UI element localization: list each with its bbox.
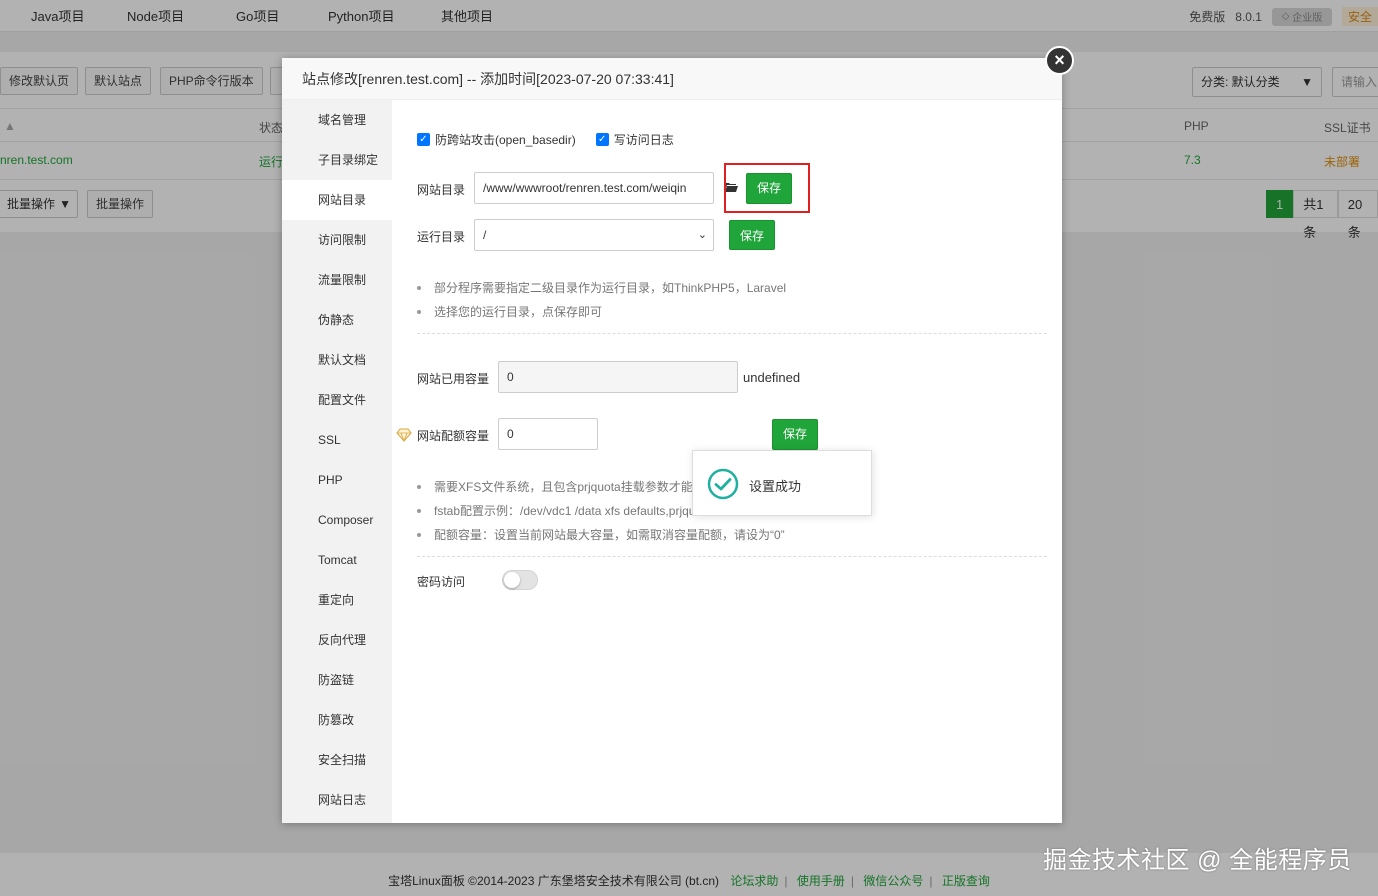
- sidebar-item-php[interactable]: PHP: [282, 460, 392, 500]
- close-icon: ×: [1054, 50, 1065, 70]
- access-log-label: 写访问日志: [613, 133, 674, 147]
- sidebar-item-default-doc[interactable]: 默认文档: [282, 340, 392, 380]
- toggle-knob: [504, 572, 520, 588]
- sidebar-item-tomcat[interactable]: Tomcat: [282, 540, 392, 580]
- used-quota-input: 0: [498, 361, 738, 393]
- sidebar-item-reverse-proxy[interactable]: 反向代理: [282, 620, 392, 660]
- success-check-icon: [707, 468, 739, 500]
- quota-input[interactable]: 0: [498, 418, 598, 450]
- sidebar-item-tamper-proof[interactable]: 防篡改: [282, 700, 392, 740]
- sidebar-item-hotlink[interactable]: 防盗链: [282, 660, 392, 700]
- sidebar-item-site-dir[interactable]: 网站目录: [282, 180, 392, 220]
- run-dir-label: 运行目录: [417, 230, 466, 244]
- run-dir-tips: 部分程序需要指定二级目录作为运行目录，如ThinkPHP5，Laravel 选择…: [417, 276, 786, 324]
- site-dir-input[interactable]: /www/wwwroot/renren.test.com/weiqin: [474, 172, 714, 204]
- sidebar-item-access-limit[interactable]: 访问限制: [282, 220, 392, 260]
- access-log-checkbox[interactable]: ✓: [595, 133, 609, 146]
- sidebar-item-ssl[interactable]: SSL: [282, 420, 392, 460]
- modal-title: 站点修改[renren.test.com] -- 添加时间[2023-07-20…: [282, 58, 1062, 100]
- sidebar-item-subdir-binding[interactable]: 子目录绑定: [282, 140, 392, 180]
- site-edit-modal: 站点修改[renren.test.com] -- 添加时间[2023-07-20…: [282, 58, 1062, 823]
- success-toast: 设置成功: [692, 450, 872, 516]
- open-basedir-label: 防跨站攻击(open_basedir): [435, 133, 576, 147]
- used-quota-unit: undefined: [743, 370, 801, 385]
- site-dir-save-button[interactable]: 保存: [746, 173, 793, 204]
- sidebar-item-site-log[interactable]: 网站日志: [282, 780, 392, 820]
- checkbox-row: ✓ 防跨站攻击(open_basedir) ✓ 写访问日志: [417, 131, 674, 148]
- divider: [417, 333, 1047, 334]
- password-access-toggle[interactable]: [502, 570, 538, 590]
- divider: [417, 556, 1047, 557]
- sidebar-item-redirect[interactable]: 重定向: [282, 580, 392, 620]
- run-dir-select[interactable]: / ⌄: [474, 219, 714, 251]
- used-quota-label: 网站已用容量: [417, 372, 490, 386]
- tip-item: 选择您的运行目录，点保存即可: [417, 300, 786, 324]
- site-dir-label: 网站目录: [417, 183, 466, 197]
- tip-item: 部分程序需要指定二级目录作为运行目录，如ThinkPHP5，Laravel: [417, 276, 786, 300]
- run-dir-save-button[interactable]: 保存: [729, 220, 776, 250]
- modal-sidebar: 域名管理 子目录绑定 网站目录 访问限制 流量限制 伪静态 默认文档 配置文件 …: [282, 100, 392, 823]
- toast-message: 设置成功: [749, 479, 802, 494]
- sidebar-item-rewrite[interactable]: 伪静态: [282, 300, 392, 340]
- sidebar-item-security-scan[interactable]: 安全扫描: [282, 740, 392, 780]
- sidebar-item-domain[interactable]: 域名管理: [282, 100, 392, 140]
- open-basedir-checkbox[interactable]: ✓: [417, 133, 430, 146]
- site-dir-panel: ✓ 防跨站攻击(open_basedir) ✓ 写访问日志 网站目录 /www/…: [392, 100, 1062, 823]
- vip-gem-icon: [396, 428, 412, 442]
- password-access-label: 密码访问: [417, 575, 466, 589]
- sidebar-item-config-file[interactable]: 配置文件: [282, 380, 392, 420]
- sidebar-item-traffic-limit[interactable]: 流量限制: [282, 260, 392, 300]
- chevron-down-icon: ⌄: [697, 229, 707, 241]
- quota-label: 网站配额容量: [417, 429, 490, 443]
- quota-save-button[interactable]: 保存: [772, 419, 819, 450]
- watermark-text: 掘金技术社区 @ 全能程序员: [1043, 847, 1352, 874]
- sidebar-item-composer[interactable]: Composer: [282, 500, 392, 540]
- tip-item: 配额容量：设置当前网站最大容量，如需取消容量配额，请设为“0”: [417, 523, 785, 547]
- modal-close-button[interactable]: ×: [1045, 46, 1074, 75]
